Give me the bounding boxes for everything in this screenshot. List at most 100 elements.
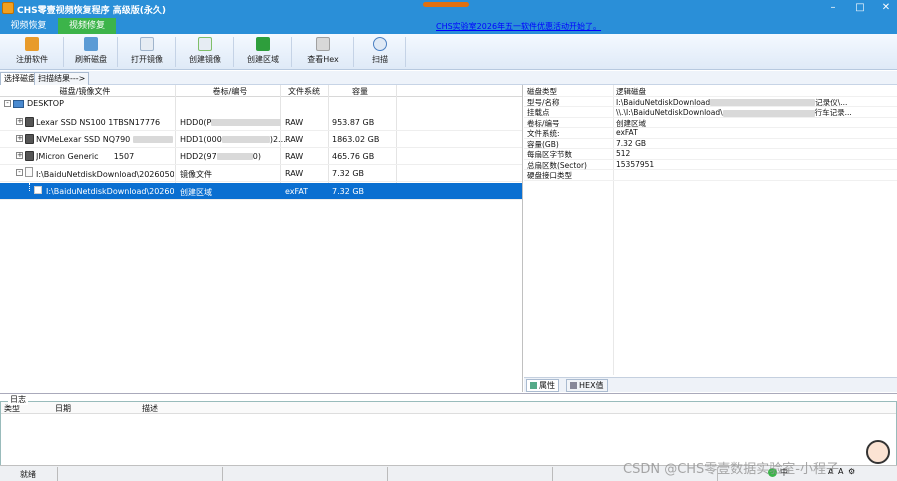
scan-icon bbox=[373, 37, 387, 51]
top-tabs: 视频恢复 视频修复 CHS实验室2026年五一软件优惠活动开始了。 bbox=[0, 18, 897, 34]
disk-icon bbox=[25, 151, 34, 161]
property-row: 文件系统: exFAT bbox=[524, 128, 897, 139]
disk-name: I:\BaiduNetdiskDownload\20260505... bbox=[46, 187, 174, 196]
disk-fs: RAW bbox=[285, 135, 304, 144]
tab-properties[interactable]: 属性 bbox=[526, 379, 559, 392]
properties-panel: 磁盘类型 逻辑磁盘 型号/名称 I:\BaiduNetdiskDownload 记录… bbox=[524, 85, 897, 392]
register-icon bbox=[25, 37, 39, 51]
window-title: CHS零壹视频恢复程序 高级版(永久) bbox=[17, 6, 166, 16]
disk-fs: RAW bbox=[285, 152, 304, 161]
view-hex-button[interactable]: 查看Hex bbox=[292, 35, 354, 69]
root-label: DESKTOP bbox=[27, 99, 64, 108]
close-button[interactable]: ✕ bbox=[879, 1, 893, 15]
table-row[interactable]: + Lexar SSD NS100 1TBSN17776 HDD0(P RAW … bbox=[0, 114, 522, 131]
title-bar: CHS零壹视频恢复程序 高级版(永久) – □ ✕ bbox=[0, 0, 897, 18]
disk-label: HDD2(97 0) bbox=[180, 152, 261, 161]
expand-icon[interactable]: + bbox=[16, 152, 23, 159]
property-row: 卷标/编号 创建区域 bbox=[524, 118, 897, 128]
scan-label: 扫描 bbox=[372, 55, 388, 64]
property-row: 总扇区数(Sector) 15357951 bbox=[524, 160, 897, 170]
open-image-icon bbox=[140, 37, 154, 51]
ime-settings-icon[interactable]: ⚙ bbox=[848, 467, 855, 476]
minimize-button[interactable]: – bbox=[826, 1, 840, 15]
disk-label: 创建区域 bbox=[180, 188, 212, 197]
table-row-selected[interactable]: I:\BaiduNetdiskDownload\20260505... 创建区域… bbox=[0, 183, 522, 200]
toolbar: 注册软件 刷新磁盘 打开镜像 创建镜像 创建区域 查看Hex 扫描 bbox=[0, 34, 897, 70]
tab-hex[interactable]: HEX值 bbox=[566, 379, 608, 392]
disk-list-panel: 磁盘/镜像文件 卷标/编号 文件系统 容量 - DESKTOP + Lexar … bbox=[0, 85, 523, 392]
partition-icon bbox=[34, 186, 42, 194]
disk-name: NVMeLexar SSD NQ790 bbox=[36, 135, 173, 144]
maximize-button[interactable]: □ bbox=[853, 1, 867, 15]
table-row[interactable]: + JMicron Generic 1507 HDD2(97 0) RAW 465… bbox=[0, 148, 522, 165]
view-hex-icon bbox=[316, 37, 330, 51]
disk-label: 镜像文件 bbox=[180, 170, 212, 179]
app-logo-icon bbox=[2, 2, 14, 14]
create-region-label: 创建区域 bbox=[247, 55, 279, 64]
promo-link[interactable]: CHS实验室2026年五一软件优惠活动开始了。 bbox=[436, 21, 601, 32]
disk-name: JMicron Generic 1507 bbox=[36, 152, 135, 161]
register-label: 注册软件 bbox=[16, 55, 48, 64]
property-row: 型号/名称 I:\BaiduNetdiskDownload 记录仪\... bbox=[524, 97, 897, 107]
disk-size: 1863.02 GB bbox=[332, 135, 380, 144]
disk-size: 465.76 GB bbox=[332, 152, 375, 161]
table-row[interactable]: + NVMeLexar SSD NQ790 HDD1(000)2... RAW … bbox=[0, 131, 522, 148]
properties-icon bbox=[530, 382, 537, 389]
create-region-button[interactable]: 创建区域 bbox=[234, 35, 292, 69]
collapse-icon[interactable]: - bbox=[16, 169, 23, 176]
disk-fs: RAW bbox=[285, 169, 304, 178]
table-row[interactable]: - I:\BaiduNetdiskDownload\20260505_大... … bbox=[0, 165, 522, 182]
tab-video-repair[interactable]: 视频修复 bbox=[58, 18, 116, 34]
column-filesystem[interactable]: 文件系统 bbox=[282, 86, 326, 97]
disk-icon bbox=[25, 117, 34, 127]
log-table: 类型 日期 描述 bbox=[0, 401, 897, 466]
refresh-disk-icon bbox=[84, 37, 98, 51]
column-disk-name[interactable]: 磁盘/镜像文件 bbox=[40, 86, 130, 97]
property-row: 容量(GB) 7.32 GB bbox=[524, 139, 897, 149]
disk-label: HDD0(P bbox=[180, 118, 282, 127]
log-column-description[interactable]: 描述 bbox=[142, 403, 158, 414]
open-image-button[interactable]: 打开镜像 bbox=[118, 35, 176, 69]
refresh-disk-button[interactable]: 刷新磁盘 bbox=[64, 35, 118, 69]
hex-icon bbox=[570, 382, 577, 389]
disk-fs: RAW bbox=[285, 118, 304, 127]
open-image-label: 打开镜像 bbox=[131, 55, 163, 64]
expand-icon[interactable]: + bbox=[16, 135, 23, 142]
create-image-label: 创建镜像 bbox=[189, 55, 221, 64]
image-file-icon bbox=[25, 167, 33, 177]
disk-icon bbox=[25, 134, 34, 144]
collapse-icon[interactable]: - bbox=[4, 100, 11, 107]
status-text: 就绪 bbox=[20, 470, 36, 479]
column-label[interactable]: 卷标/编号 bbox=[180, 86, 280, 97]
sub-tabs: 选择磁盘 扫描结果---> bbox=[0, 71, 897, 85]
disk-fs: exFAT bbox=[285, 187, 309, 196]
watermark: CSDN @CHS零壹数据实验室-小程子 bbox=[623, 462, 839, 477]
avatar[interactable] bbox=[866, 440, 890, 464]
property-row: 挂载点 \\.\I:\BaiduNetdiskDownload\ 行车记录... bbox=[524, 107, 897, 118]
property-row: 每扇区字节数 512 bbox=[524, 149, 897, 160]
tab-scan-results[interactable]: 扫描结果---> bbox=[34, 72, 90, 85]
computer-icon bbox=[13, 100, 24, 108]
tree-root[interactable]: - DESKTOP bbox=[0, 97, 522, 111]
scan-button[interactable]: 扫描 bbox=[354, 35, 406, 69]
property-row: 磁盘类型 逻辑磁盘 bbox=[524, 86, 897, 97]
log-table-header: 类型 日期 描述 bbox=[1, 402, 896, 414]
disk-name: I:\BaiduNetdiskDownload\20260505_大... bbox=[36, 170, 174, 179]
disk-size: 7.32 GB bbox=[332, 169, 365, 178]
tab-video-recovery[interactable]: 视频恢复 bbox=[0, 18, 57, 34]
top-slider[interactable] bbox=[423, 2, 469, 7]
log-panel: 类型 日期 描述 日志 bbox=[0, 393, 897, 466]
property-row: 硬盘接口类型 bbox=[524, 170, 897, 181]
view-hex-label: 查看Hex bbox=[307, 55, 339, 64]
log-column-date[interactable]: 日期 bbox=[55, 403, 71, 414]
column-size[interactable]: 容量 bbox=[330, 86, 390, 97]
disk-size: 953.87 GB bbox=[332, 118, 375, 127]
disk-label: HDD1(000)2... bbox=[180, 135, 286, 144]
create-region-icon bbox=[256, 37, 270, 51]
properties-tabs: 属性 HEX值 bbox=[524, 377, 897, 392]
expand-icon[interactable]: + bbox=[16, 118, 23, 125]
disk-table-header: 磁盘/镜像文件 卷标/编号 文件系统 容量 bbox=[0, 85, 522, 97]
create-image-icon bbox=[198, 37, 212, 51]
register-button[interactable]: 注册软件 bbox=[0, 35, 64, 69]
create-image-button[interactable]: 创建镜像 bbox=[176, 35, 234, 69]
